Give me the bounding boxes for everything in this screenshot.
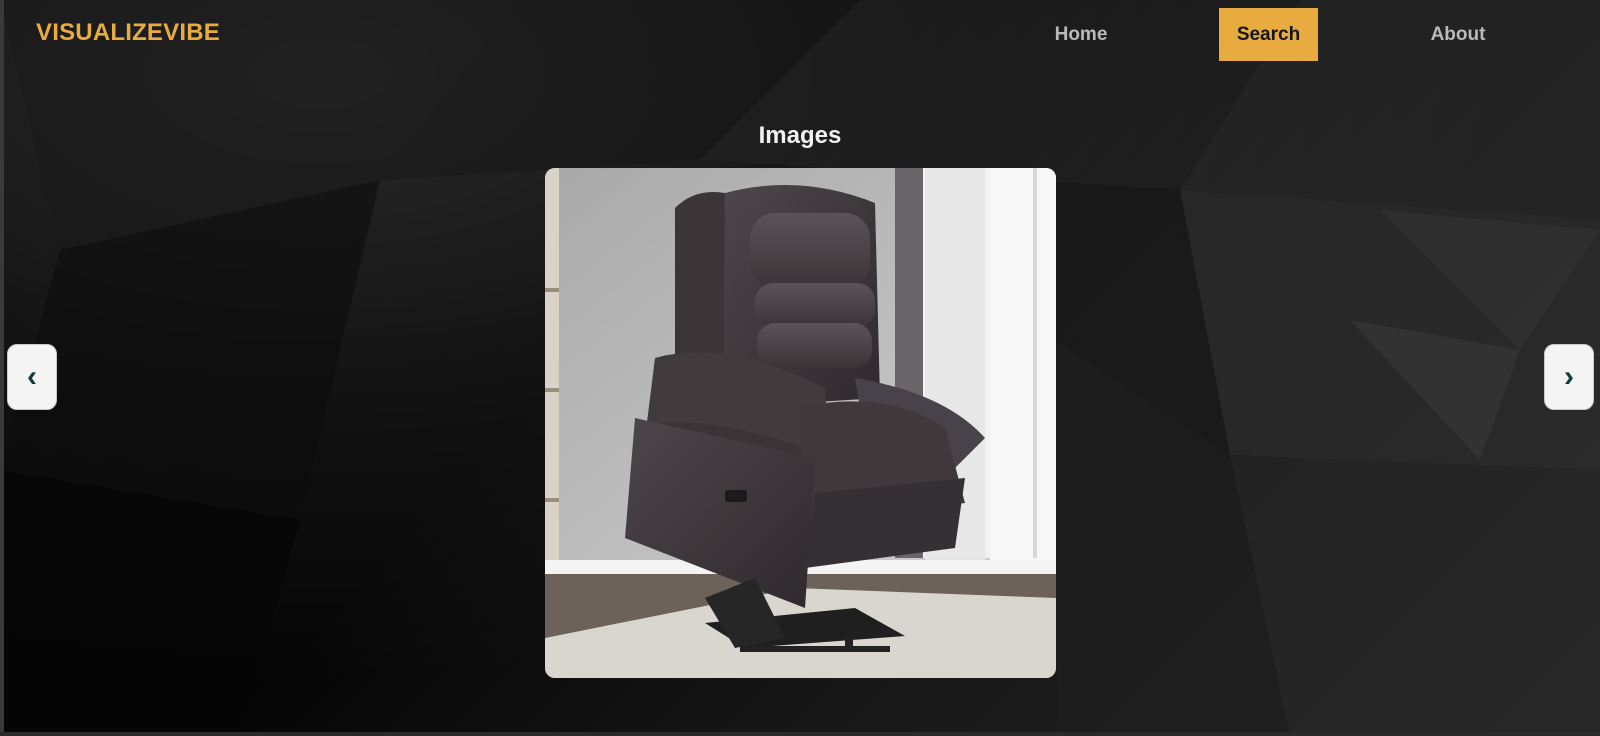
carousel-prev-button[interactable]: ‹	[7, 344, 57, 410]
nav-home-link[interactable]: Home	[1040, 8, 1122, 61]
page-title: Images	[758, 122, 842, 149]
window-edge-bottom	[0, 732, 1600, 736]
nav-about-link[interactable]: About	[1420, 8, 1496, 61]
carousel-next-button[interactable]: ›	[1544, 344, 1594, 410]
recliner-chair-photo	[545, 168, 1056, 678]
brand-logo[interactable]: VISUALIZEVIBE	[36, 19, 220, 47]
page: VISUALIZEVIBE Home Search About Images ‹…	[0, 0, 1600, 736]
carousel-image	[545, 168, 1056, 678]
window-edge	[0, 0, 4, 736]
nav-search-link[interactable]: Search	[1219, 8, 1318, 61]
